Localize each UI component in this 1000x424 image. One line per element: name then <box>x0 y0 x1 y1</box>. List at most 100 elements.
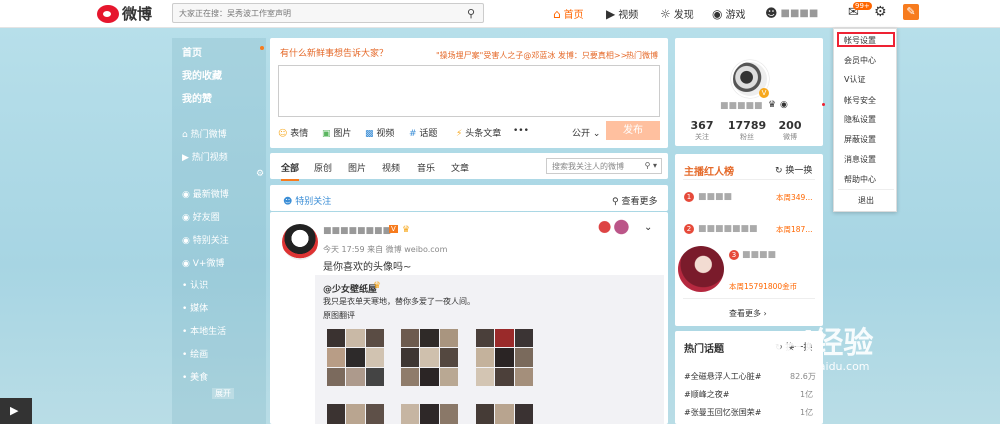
user-icon: ☻ <box>765 6 778 20</box>
menu-item-messages[interactable]: 消息设置 <box>844 154 876 165</box>
settings-gear-icon[interactable]: ⚙ <box>874 4 887 20</box>
menu-item-help[interactable]: 帮助中心 <box>844 174 876 185</box>
sidebar-item-friends[interactable]: ◉ 好友圈 <box>182 210 220 223</box>
sidebar-item-likes[interactable]: 我的赞 <box>182 90 212 105</box>
rank-name[interactable]: ■■■■ <box>742 250 776 260</box>
nav-games[interactable]: ◉ 游戏 <box>712 6 745 22</box>
main-column: 有什么新鲜事想告诉大家？ "操场埋尸案"受害人之子@邓蓝冰 发博：只要真相>> … <box>270 38 670 424</box>
watermark-brand: Bai经验 <box>760 326 874 361</box>
verified-badge-icon: V <box>759 88 769 98</box>
sidebar-item-cat[interactable]: • 美食 <box>182 370 208 383</box>
repost-author[interactable]: @少女壁纸屋 <box>323 282 377 295</box>
hashtag-icon: # <box>409 129 417 139</box>
sidebar-item-hot-video[interactable]: ▶ 热门视频 <box>182 150 228 163</box>
stat-weibo[interactable]: 200 微博 <box>775 119 805 142</box>
profile-card: V ■■■■■ ♛ ◉ 367 关注 17789 粉丝 200 微博 <box>675 38 823 146</box>
image-grid-2[interactable] <box>401 329 458 386</box>
search-icon[interactable]: ⚲ ▾ <box>645 161 657 170</box>
nav-home[interactable]: ⌂ 首页 <box>553 6 584 22</box>
topic-item[interactable]: #顺峰之夜# <box>684 389 729 400</box>
tab-original[interactable]: 原创 <box>314 161 332 174</box>
sidebar-item-favorites[interactable]: 我的收藏 <box>182 67 222 82</box>
profile-name[interactable]: ■■■■■ <box>720 101 763 111</box>
post-meta: 今天 17:59 来自 微博 weibo.com <box>323 245 448 254</box>
menu-item-member-center[interactable]: 会员中心 <box>844 55 876 66</box>
composer-textarea[interactable] <box>278 65 660 117</box>
tab-images[interactable]: 图片 <box>348 161 366 174</box>
tab-video[interactable]: 视频 <box>382 161 400 174</box>
lightning-icon: ⚡ <box>456 129 463 139</box>
image-grid-4[interactable] <box>327 404 384 424</box>
menu-item-privacy[interactable]: 隐私设置 <box>844 114 876 125</box>
search-input[interactable]: 大家正在搜：吴秀波工作室声明 ⚲ <box>172 3 484 23</box>
nav-video[interactable]: ▶ 视频 <box>606 6 638 22</box>
rank-badge: 3 <box>729 250 739 260</box>
sidebar-item-home[interactable]: 首页 <box>182 44 202 59</box>
sidebar-item-cat[interactable]: • 认识 <box>182 278 208 291</box>
sidebar-item-vplus[interactable]: ◉ V+微博 <box>182 256 224 269</box>
rank-name[interactable]: ■■■■ <box>698 192 732 202</box>
emoji-tool[interactable]: ☺ 表情 <box>278 126 308 139</box>
feed-search-input[interactable]: 搜索我关注人的微博 ⚲ ▾ <box>546 158 662 174</box>
stat-follow[interactable]: 367 关注 <box>687 119 717 142</box>
privacy-select[interactable]: 公开 ⌄ <box>572 126 600 139</box>
composer-prompt: 有什么新鲜事想告诉大家？ <box>280 49 389 59</box>
post-avatar[interactable] <box>282 224 318 260</box>
nav-profile[interactable]: ☻ ■■■■ <box>765 6 818 20</box>
weibo-eye-icon <box>97 4 119 23</box>
tab-music[interactable]: 音乐 <box>417 161 435 174</box>
view-more-link[interactable]: ⚲ 查看更多 <box>612 194 657 207</box>
hot-weibo-link[interactable]: 热门微博 <box>626 50 658 61</box>
stat-fans[interactable]: 17789 粉丝 <box>727 119 767 142</box>
special-follow-link[interactable]: ☻ 特别关注 <box>283 194 331 207</box>
article-tool[interactable]: ⚡ 头条文章 <box>456 126 501 139</box>
sidebar-item-latest[interactable]: ◉ 最新微博 <box>182 187 229 200</box>
topic-item[interactable]: #全磁悬浮人工心脏# <box>684 371 761 382</box>
hot-topic-link[interactable]: "操场埋尸案"受害人之子@邓蓝冰 发博：只要真相>> <box>436 50 627 61</box>
menu-item-logout[interactable]: 退出 <box>858 195 874 206</box>
post-author[interactable]: ■■■■■■■■ <box>323 226 391 236</box>
rank-badge: 1 <box>684 192 694 202</box>
crown-icon: ♛ <box>373 281 382 291</box>
rank-meta: 本周15791800金币 <box>729 282 798 291</box>
image-grid-6[interactable] <box>476 404 533 424</box>
tab-all[interactable]: 全部 <box>281 161 300 181</box>
left-sidebar: 首页 我的收藏 我的赞 ⌂ 热门微博 ▶ 热门视频 ⚙ ◉ 最新微博 ◉ 好友圈… <box>172 38 266 424</box>
compose-icon[interactable]: ✎ <box>903 4 919 20</box>
streamer-avatar[interactable] <box>678 246 724 292</box>
sidebar-settings-icon[interactable]: ⚙ <box>256 169 264 179</box>
nav-discover[interactable]: ☼ 发现 <box>660 6 694 22</box>
sidebar-item-cat[interactable]: • 媒体 <box>182 301 208 314</box>
sidebar-item-hot-weibo[interactable]: ⌂ 热门微博 <box>182 127 227 140</box>
expand-button[interactable]: 展开 <box>212 388 234 399</box>
home-icon: ⌂ <box>553 6 561 21</box>
more-tools-icon[interactable]: ••• <box>513 126 529 136</box>
chevron-down-icon[interactable]: ⌄ <box>644 222 652 233</box>
weibo-logo[interactable]: 微博 <box>97 3 152 24</box>
menu-item-v-verify[interactable]: V认证 <box>844 74 865 85</box>
image-tool[interactable]: ▣ 图片 <box>322 126 351 139</box>
video-tool[interactable]: ▩ 视频 <box>365 126 394 139</box>
menu-item-block[interactable]: 屏蔽设置 <box>844 134 876 145</box>
account-settings-menu: 帐号设置 会员中心 V认证 帐号安全 隐私设置 屏蔽设置 消息设置 帮助中心 退… <box>822 28 897 212</box>
image-grid-5[interactable] <box>401 404 458 424</box>
menu-item-account-security[interactable]: 帐号安全 <box>844 95 876 106</box>
message-badge: 99+ <box>853 2 872 10</box>
topic-item[interactable]: #张曼玉回忆张国荣# <box>684 407 761 418</box>
repost-box: @少女壁纸屋 ♛ 我只是衣单天寒地，替你多爱了一夜人间。 原图翻评 <box>315 275 664 424</box>
tab-articles[interactable]: 文章 <box>451 161 469 174</box>
refresh-button[interactable]: ↻ 换一换 <box>775 163 812 176</box>
sidebar-item-cat[interactable]: • 绘画 <box>182 347 208 360</box>
video-player-mini[interactable]: ▶ <box>0 398 32 424</box>
sidebar-item-special[interactable]: ◉ 特别关注 <box>182 233 229 246</box>
sidebar-item-cat[interactable]: • 本地生活 <box>182 324 226 337</box>
search-icon[interactable]: ⚲ <box>467 7 475 20</box>
image-grid-3[interactable] <box>476 329 533 386</box>
repost-text: 我只是衣单天寒地，替你多爱了一夜人间。 <box>323 297 475 306</box>
rank-name[interactable]: ■■■■■■■ <box>698 224 758 234</box>
image-grid-1[interactable] <box>327 329 384 386</box>
menu-item-account-settings[interactable]: 帐号设置 <box>844 35 876 46</box>
topic-tool[interactable]: # 话题 <box>409 126 437 139</box>
repost-link[interactable]: 原图翻评 <box>323 310 355 321</box>
publish-button[interactable]: 发布 <box>606 121 660 140</box>
